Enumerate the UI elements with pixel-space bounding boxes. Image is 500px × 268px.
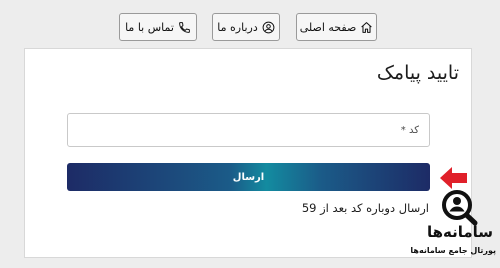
page: تماس با ما درباره ما صفحه اصلی تایید پیا… (0, 0, 500, 268)
watermark-tagline: پورتال جامع سامانه‌ها (410, 246, 496, 255)
nav-contact-button[interactable]: تماس با ما (119, 13, 197, 41)
nav-home-button[interactable]: صفحه اصلی (296, 13, 377, 41)
nav-contact-label: تماس با ما (125, 20, 174, 34)
home-icon (361, 21, 373, 33)
nav-about-label: درباره ما (217, 20, 258, 34)
nav-about-button[interactable]: درباره ما (212, 13, 280, 41)
sms-code-input[interactable] (67, 113, 430, 147)
user-circle-icon (262, 21, 275, 33)
watermark-logo: سامانه‌ها پورتال جامع سامانه‌ها (410, 190, 496, 264)
phone-icon (179, 21, 190, 33)
watermark-name: سامانه‌ها (426, 223, 494, 241)
page-title: تایید پیامک (376, 62, 459, 84)
resend-countdown-text: ارسال دوباره کد بعد از 59 (301, 201, 429, 215)
search-person-icon (442, 190, 478, 226)
nav-home-label: صفحه اصلی (299, 20, 357, 34)
submit-button[interactable]: ارسال (67, 163, 430, 191)
arrow-left-icon (440, 167, 467, 189)
